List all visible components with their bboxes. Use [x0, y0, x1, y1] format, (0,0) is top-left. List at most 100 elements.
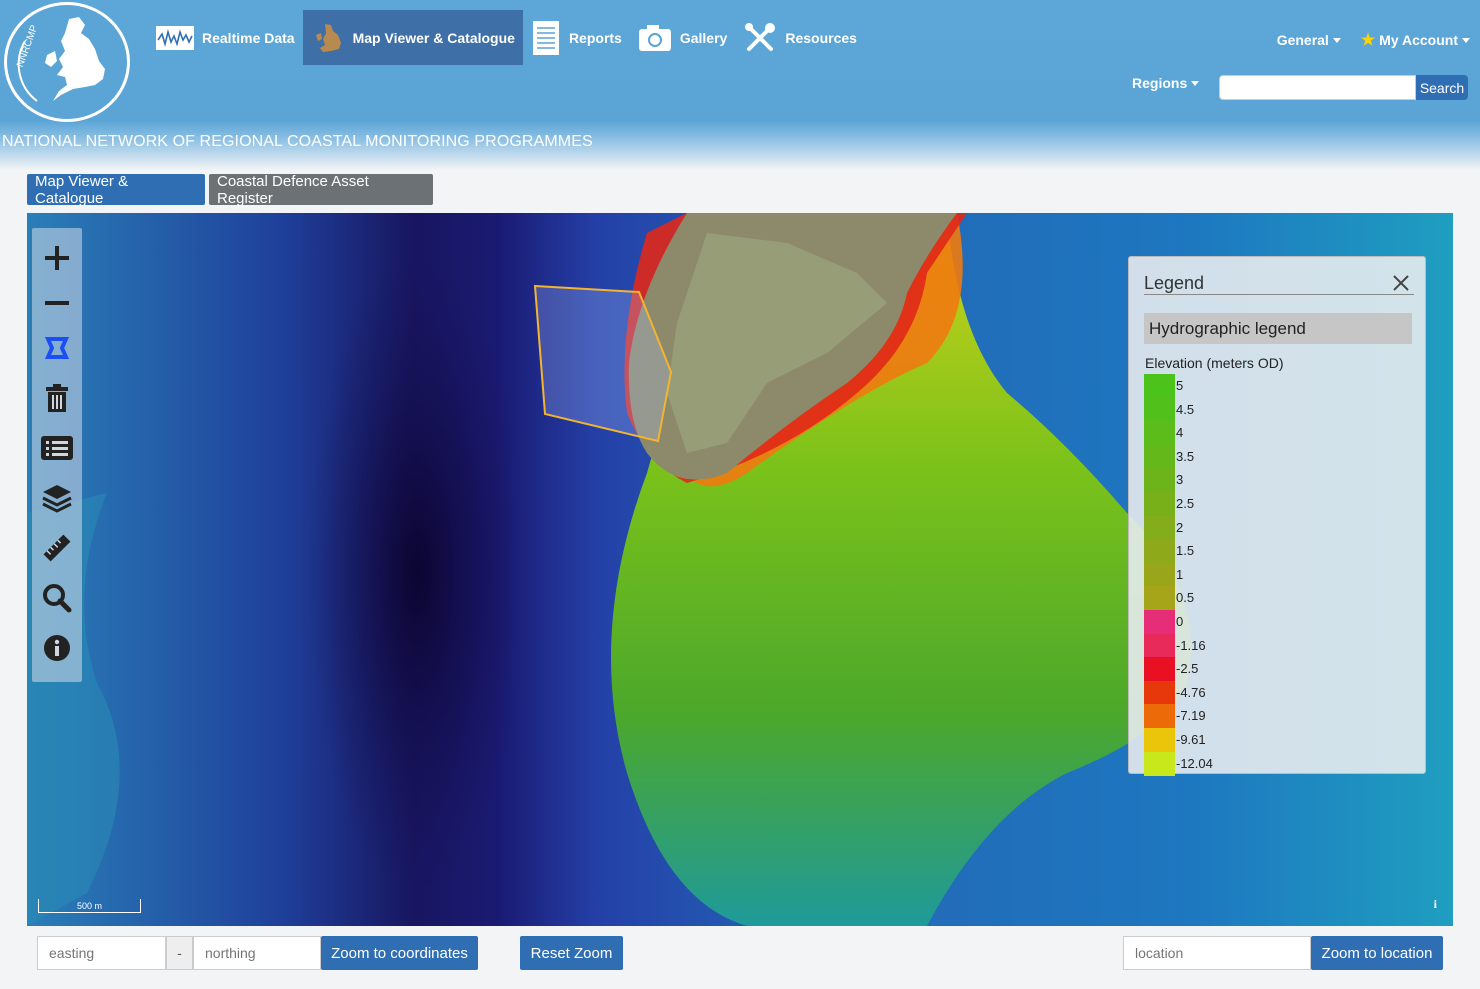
- main-nav: Realtime Data Map Viewer & Catalogue Rep…: [148, 10, 865, 65]
- search-zoom-icon: [43, 584, 72, 613]
- legend-label: 3: [1176, 472, 1184, 488]
- legend-label: 1.5: [1176, 543, 1195, 559]
- zoom-to-location-button[interactable]: Zoom to location: [1311, 936, 1443, 970]
- nav-reports[interactable]: Reports: [523, 10, 630, 65]
- nav-label: Map Viewer & Catalogue: [352, 29, 515, 46]
- waveform-icon: [156, 25, 194, 50]
- document-icon: [531, 20, 561, 56]
- nav-gallery[interactable]: Gallery: [630, 10, 735, 65]
- tab-asset-register[interactable]: Coastal Defence Asset Register: [209, 173, 433, 207]
- nav-label: Reports: [568, 29, 622, 46]
- search-input[interactable]: [1219, 75, 1416, 100]
- legend-swatch: [1144, 539, 1175, 564]
- legend-swatch: [1144, 444, 1175, 469]
- legend-swatch: [1144, 728, 1175, 753]
- legend-panel: Legend Hydrographic legend Elevation (me…: [1128, 256, 1426, 776]
- chevron-down-icon: [1462, 37, 1470, 43]
- legend-swatch: [1144, 657, 1175, 682]
- legend-label: -7.19: [1176, 708, 1206, 724]
- legend-label: 2: [1176, 519, 1184, 535]
- legend-swatch: [1144, 421, 1175, 446]
- general-label: General: [1276, 32, 1329, 48]
- easting-input[interactable]: [37, 936, 166, 970]
- search-button[interactable]: Search: [1416, 75, 1468, 100]
- account-label: My Account: [1379, 32, 1458, 48]
- legend-label: 2.5: [1176, 496, 1195, 511]
- ruler-icon: [43, 534, 71, 562]
- layers-icon: [42, 485, 72, 513]
- my-account-dropdown[interactable]: ★ My Account: [1361, 30, 1470, 50]
- list-icon: [41, 436, 73, 460]
- chevron-down-icon: [1191, 80, 1200, 86]
- coordinate-separator: -: [166, 936, 193, 970]
- nav-realtime-data[interactable]: Realtime Data: [148, 10, 303, 65]
- trash-icon: [46, 384, 68, 412]
- uk-map-icon: [311, 21, 345, 55]
- map-attribution-info[interactable]: i: [1434, 897, 1437, 912]
- measure-button[interactable]: [37, 528, 77, 568]
- legend-label: -4.76: [1176, 684, 1206, 700]
- regions-dropdown[interactable]: Regions: [1132, 75, 1200, 91]
- legend-label: -2.5: [1176, 661, 1199, 677]
- zoom-in-button[interactable]: [37, 238, 77, 278]
- legend-swatch: [1144, 492, 1175, 517]
- legend-label: -12.04: [1176, 755, 1213, 771]
- info-icon: [44, 635, 70, 661]
- star-icon: ★: [1360, 32, 1376, 49]
- info-button[interactable]: [37, 628, 77, 668]
- scale-bar: 500 m: [38, 899, 141, 913]
- legend-label: 0: [1176, 614, 1184, 629]
- northing-input[interactable]: [193, 936, 321, 970]
- legend-label: 1: [1176, 566, 1184, 582]
- delete-button[interactable]: [37, 378, 77, 418]
- legend-subtitle: Hydrographic legend: [1144, 313, 1412, 344]
- user-menu: General ★ My Account: [1257, 30, 1470, 50]
- legend-label: -9.61: [1176, 732, 1206, 747]
- reset-zoom-button[interactable]: Reset Zoom: [520, 936, 623, 970]
- legend-swatch: [1144, 704, 1175, 729]
- legend-swatch: [1144, 610, 1175, 635]
- nav-label: Realtime Data: [202, 29, 295, 46]
- legend-swatch: [1144, 374, 1175, 399]
- nav-label: Resources: [785, 29, 857, 46]
- legend-label: 4: [1176, 425, 1184, 441]
- list-button[interactable]: [37, 428, 77, 468]
- draw-polygon-button[interactable]: [37, 328, 77, 368]
- nav-resources[interactable]: Resources: [735, 10, 865, 65]
- legend-label: 0.5: [1176, 590, 1195, 606]
- site-tagline: NATIONAL NETWORK OF REGIONAL COASTAL MON…: [2, 133, 593, 150]
- legend-swatch: [1144, 468, 1175, 493]
- camera-icon: [638, 24, 672, 52]
- legend-label: 5: [1176, 378, 1184, 393]
- legend-swatch: [1144, 633, 1175, 658]
- legend-divider: [1144, 294, 1414, 295]
- zoom-out-button[interactable]: [37, 283, 77, 323]
- location-input[interactable]: [1123, 936, 1311, 970]
- chevron-down-icon: [1332, 37, 1341, 43]
- legend-title: Legend: [1144, 273, 1205, 293]
- map-toolbar: [32, 228, 82, 682]
- tab-map-viewer[interactable]: Map Viewer & Catalogue: [27, 173, 205, 207]
- legend-swatch: [1144, 680, 1175, 705]
- layers-button[interactable]: [37, 478, 77, 518]
- nnrcmp-logo[interactable]: NNRCMP: [4, 2, 130, 122]
- legend-label: 4.5: [1176, 401, 1195, 417]
- legend-swatch: [1144, 562, 1175, 587]
- legend-swatch: [1144, 751, 1175, 776]
- legend-swatch: [1144, 515, 1175, 540]
- close-icon[interactable]: [1392, 274, 1410, 297]
- general-dropdown[interactable]: General: [1277, 30, 1341, 50]
- map-view[interactable]: 500 m i Legend Hydrographic legend Eleva…: [27, 213, 1453, 926]
- zoom-to-coordinates-button[interactable]: Zoom to coordinates: [321, 936, 478, 970]
- zoom-search-button[interactable]: [37, 578, 77, 618]
- draw-polygon-icon: [44, 337, 70, 359]
- zoom-in-icon: [45, 246, 69, 270]
- legend-units: Elevation (meters OD): [1145, 355, 1284, 371]
- nav-label: Gallery: [679, 29, 728, 46]
- nav-map-viewer[interactable]: Map Viewer & Catalogue: [302, 10, 523, 65]
- legend-swatch: [1144, 397, 1175, 422]
- legend-swatch: [1144, 586, 1175, 611]
- legend-label: 3.5: [1176, 448, 1195, 464]
- tools-icon: [743, 21, 777, 55]
- zoom-out-icon: [45, 301, 69, 305]
